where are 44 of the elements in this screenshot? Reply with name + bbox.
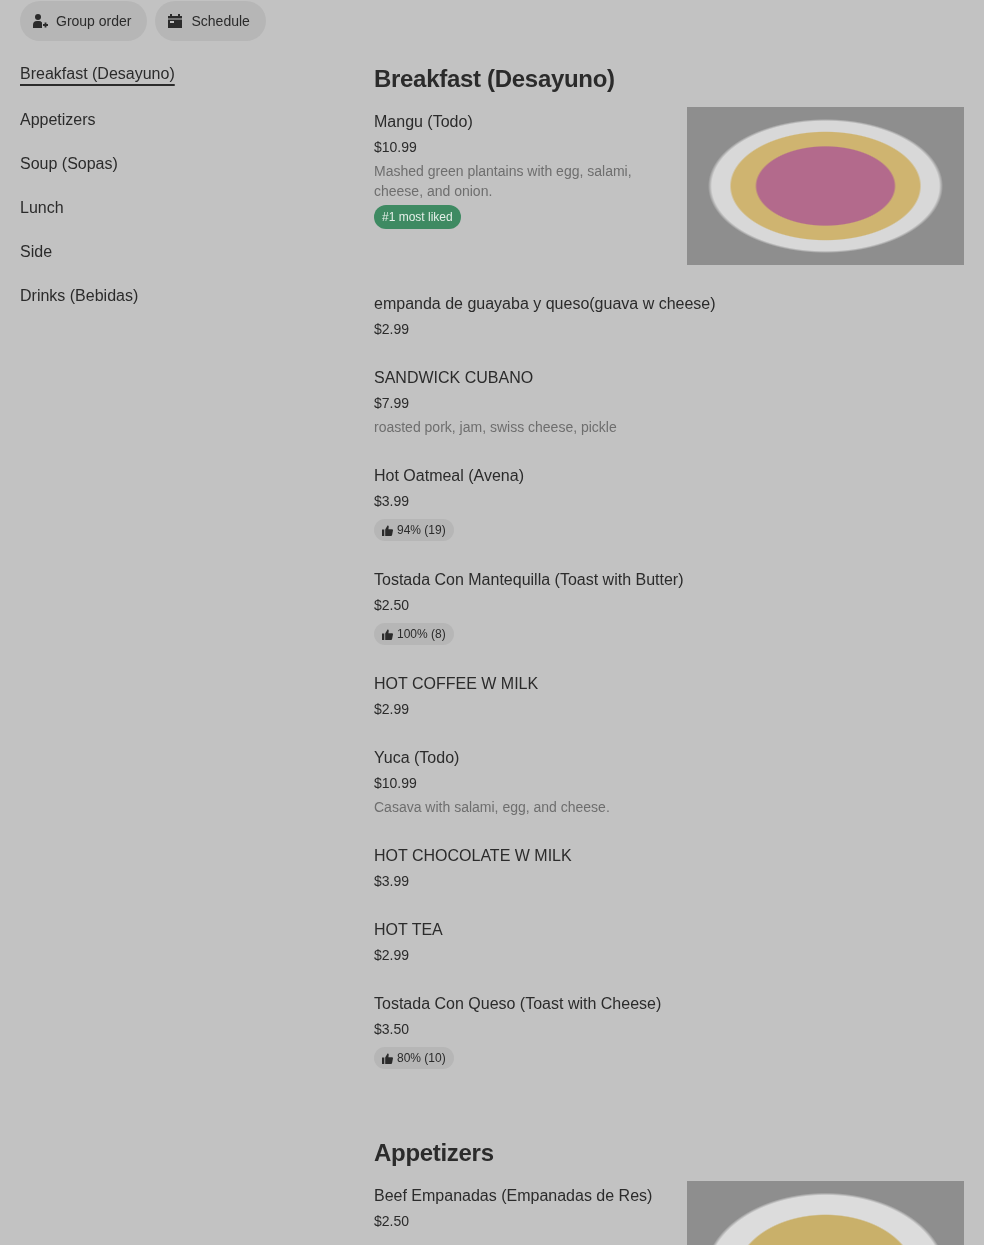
item-name[interactable]: Mangu (Todo) — [374, 107, 473, 133]
person-add-icon — [32, 13, 48, 29]
item-name[interactable]: HOT COFFEE W MILK — [374, 669, 539, 695]
pill-button[interactable]: Schedule — [155, 1, 266, 41]
category-link[interactable]: Soup (Sopas) — [20, 153, 118, 197]
item-price: $3.99 — [374, 872, 410, 891]
item-name[interactable]: HOT CHOCOLATE W MILK — [374, 841, 572, 867]
rating-text: 94% (19) — [397, 522, 446, 539]
item-price: $10.99 — [374, 138, 417, 157]
item-name[interactable]: SANDWICK CUBANO — [374, 363, 534, 389]
item-price: $2.99 — [374, 700, 410, 719]
item-name[interactable]: HOT TEA — [374, 915, 443, 941]
item-name[interactable]: Hot Oatmeal (Avena) — [374, 461, 524, 487]
item-name[interactable]: empanda de guayaba y queso(guava w cheese) — [374, 289, 716, 315]
item-price: $2.50 — [374, 1212, 410, 1231]
item-price: $2.99 — [374, 320, 410, 339]
item-description: Casava with salami, egg, and cheese. — [374, 798, 610, 817]
item-name[interactable]: Tostada Con Mantequilla (Toast with Butter) — [374, 565, 684, 591]
item-price: $3.50 — [374, 1020, 410, 1039]
item-name[interactable]: Yuca (Todo) — [374, 743, 460, 769]
item-name[interactable]: Tostada Con Queso (Toast with Cheese) — [374, 989, 662, 1015]
item-name[interactable]: Beef Empanadas (Empanadas de Res) — [374, 1181, 653, 1207]
thumbs-up-icon — [382, 524, 393, 536]
most-liked-badge: #1 most liked — [374, 205, 461, 229]
item-description: Mashed green plantains with egg, salami, cheese, and onion. — [374, 162, 633, 201]
calendar-icon — [167, 13, 184, 29]
category-link[interactable]: Lunch — [20, 197, 64, 241]
item-description: roasted pork, jam, swiss cheese, pickle — [374, 418, 617, 437]
thumbs-up-icon — [382, 628, 393, 640]
category-link[interactable]: Appetizers — [20, 109, 96, 153]
item-price: $10.99 — [374, 774, 417, 793]
section-heading: Breakfast (Desayuno) — [374, 64, 616, 94]
rating-text: 100% (8) — [397, 626, 446, 643]
category-link[interactable]: Breakfast (Desayuno) — [20, 63, 175, 109]
category-link[interactable]: Side — [20, 241, 53, 285]
thumbs-up-icon — [382, 1052, 393, 1064]
item-price: $2.99 — [374, 946, 410, 965]
pill-button[interactable]: Group order — [20, 1, 148, 41]
rating-text: 80% (10) — [397, 1050, 446, 1067]
item-price: $7.99 — [374, 394, 410, 413]
section-heading: Appetizers — [374, 1138, 495, 1168]
category-link[interactable]: Drinks (Bebidas) — [20, 285, 139, 329]
item-price: $2.50 — [374, 596, 410, 615]
item-price: $3.99 — [374, 492, 410, 511]
